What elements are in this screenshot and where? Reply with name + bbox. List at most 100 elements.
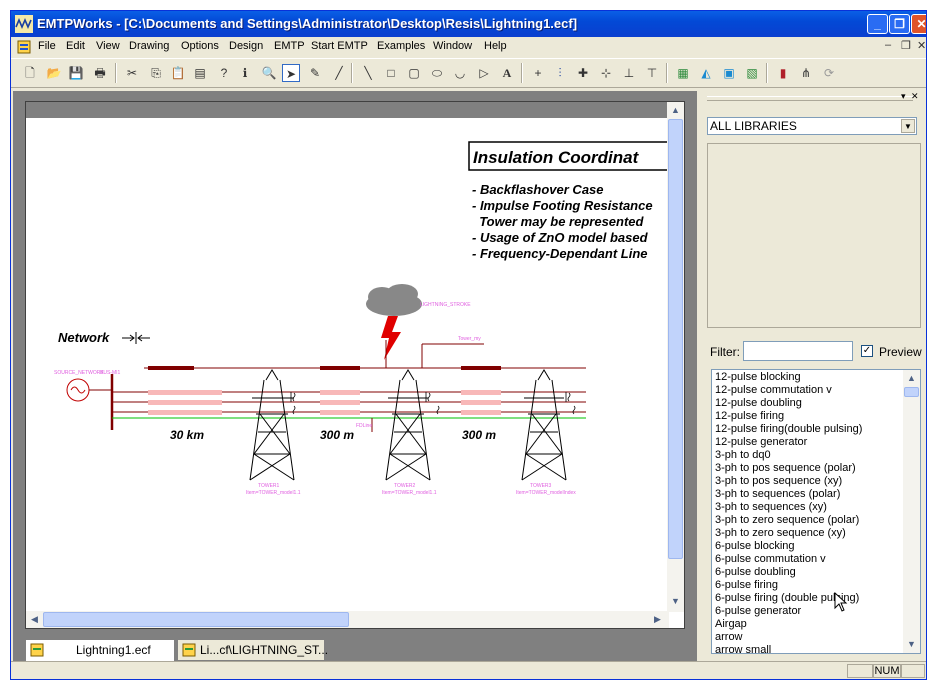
list-item[interactable]: arrow — [715, 631, 903, 644]
open-icon[interactable]: 📂 — [45, 64, 63, 82]
scroll-up-icon[interactable]: ▲ — [668, 103, 683, 118]
list-item[interactable]: 3-ph to zero sequence (polar) — [715, 514, 903, 527]
tower3-icon[interactable] — [521, 369, 567, 481]
list-item[interactable]: 3-ph to pos sequence (polar) — [715, 462, 903, 475]
list-item[interactable]: 3-ph to zero sequence (xy) — [715, 527, 903, 540]
line-section-300m-2[interactable] — [461, 390, 501, 415]
minimize-icon[interactable]: _ — [867, 14, 888, 34]
crosshair-icon[interactable]: + — [529, 64, 547, 82]
preview-checkbox[interactable]: ✓ — [861, 345, 873, 357]
list-item[interactable]: 3-ph to pos sequence (xy) — [715, 475, 903, 488]
list-item[interactable]: 12-pulse doubling — [715, 397, 903, 410]
list-item[interactable]: 3-ph to sequences (xy) — [715, 501, 903, 514]
signal-pin-icon[interactable]: ⊹ — [597, 64, 615, 82]
list-item[interactable]: 6-pulse firing — [715, 579, 903, 592]
arc-icon[interactable]: ◡ — [451, 64, 469, 82]
bus-icon[interactable]: ⫶ — [551, 64, 569, 82]
menu-start-emtp[interactable]: Start EMTP — [311, 40, 368, 52]
menu-emtp[interactable]: EMTP — [274, 40, 305, 52]
zoom-icon[interactable]: 🔍 — [260, 64, 278, 82]
horizontal-scroll-thumb[interactable] — [43, 612, 349, 627]
tab-lightning-stroke[interactable]: Li...cf\LIGHTNING_ST... — [177, 639, 328, 661]
tower2-icon[interactable] — [385, 369, 431, 481]
text-icon[interactable]: A — [498, 64, 516, 82]
panel-close-icon[interactable]: ✕ — [911, 91, 919, 102]
design-canvas[interactable]: Insulation Coordinat - Backflashover Cas… — [25, 101, 685, 629]
list-item[interactable]: 6-pulse doubling — [715, 566, 903, 579]
close-icon[interactable]: ✕ — [911, 14, 926, 34]
rounded-rectangle-icon[interactable]: ▢ — [405, 64, 423, 82]
scroll-left-icon[interactable]: ◀ — [27, 612, 42, 627]
list-item[interactable]: arrow small — [715, 644, 903, 653]
vertical-scroll-thumb[interactable] — [668, 119, 683, 559]
canvas-vertical-scrollbar[interactable]: ▲ ▼ — [667, 102, 684, 612]
wire-icon[interactable]: ╱ — [330, 64, 348, 82]
picture-icon[interactable]: ▧ — [743, 64, 761, 82]
scroll-down-icon[interactable]: ▼ — [668, 594, 683, 609]
paste-special-icon[interactable]: ▤ — [191, 64, 209, 82]
line-section-300m-1[interactable] — [320, 390, 360, 415]
library-scroll-thumb[interactable] — [904, 387, 919, 397]
network-icon[interactable]: ⋔ — [797, 64, 815, 82]
rectangle-icon[interactable]: □ — [382, 64, 400, 82]
library-scrollbar[interactable]: ▲ ▼ — [903, 370, 920, 653]
lightning-cloud-icon[interactable] — [366, 284, 422, 360]
list-item[interactable]: 6-pulse generator — [715, 605, 903, 618]
list-item[interactable]: 12-pulse generator — [715, 436, 903, 449]
canvas-horizontal-scrollbar[interactable]: ◀ ▶ — [26, 611, 669, 628]
list-item[interactable]: Airgap — [715, 618, 903, 631]
list-item[interactable]: 3-ph to sequences (polar) — [715, 488, 903, 501]
landscape-icon[interactable]: ▦ — [674, 64, 692, 82]
filter-input[interactable] — [743, 341, 853, 361]
list-item[interactable]: 3-ph to dq0 — [715, 449, 903, 462]
polygon-icon[interactable]: ▷ — [475, 64, 493, 82]
line-icon[interactable]: ╲ — [359, 64, 377, 82]
help-icon[interactable]: ? — [215, 64, 233, 82]
list-item[interactable]: 12-pulse commutation v — [715, 384, 903, 397]
menu-drawing[interactable]: Drawing — [129, 40, 169, 52]
refresh-icon[interactable]: ⟳ — [820, 64, 838, 82]
mdi-minimize-icon[interactable]: – — [885, 39, 891, 51]
pin-type-icon[interactable]: ⊤ — [643, 64, 661, 82]
list-item[interactable]: 6-pulse firing (double pulsing) — [715, 592, 903, 605]
list-item[interactable]: 6-pulse blocking — [715, 540, 903, 553]
info-icon[interactable]: ℹ — [236, 64, 254, 82]
mdi-close-icon[interactable]: ✕ — [917, 39, 926, 52]
paste-icon[interactable]: 📋 — [169, 64, 187, 82]
scroll-up-icon[interactable]: ▲ — [904, 371, 919, 386]
menu-edit[interactable]: Edit — [66, 40, 85, 52]
cut-icon[interactable]: ✂ — [123, 64, 141, 82]
monitor-icon[interactable]: ▣ — [720, 64, 738, 82]
menu-help[interactable]: Help — [484, 40, 507, 52]
panel-dock-icon[interactable]: ▾ — [901, 91, 906, 102]
list-item[interactable]: 12-pulse firing — [715, 410, 903, 423]
pencil-icon[interactable]: ✎ — [306, 64, 324, 82]
scroll-right-icon[interactable]: ▶ — [650, 612, 665, 627]
document-icon[interactable] — [17, 40, 31, 54]
list-item[interactable]: 12-pulse blocking — [715, 371, 903, 384]
mdi-restore-icon[interactable]: ❐ — [901, 39, 911, 52]
menu-view[interactable]: View — [96, 40, 120, 52]
new-icon[interactable]: 🗋 — [21, 64, 39, 82]
scroll-down-icon[interactable]: ▼ — [904, 637, 919, 652]
print-icon[interactable]: 🖶 — [91, 64, 109, 82]
library-select[interactable]: ALL LIBRARIES ▼ — [707, 117, 917, 135]
line-section-30km[interactable] — [148, 390, 222, 415]
add-pin-icon[interactable]: ✚ — [574, 64, 592, 82]
menu-window[interactable]: Window — [433, 40, 472, 52]
pin-label-icon[interactable]: ⊥ — [620, 64, 638, 82]
menu-examples[interactable]: Examples — [377, 40, 425, 52]
menu-file[interactable]: File — [38, 40, 56, 52]
menu-design[interactable]: Design — [229, 40, 263, 52]
chevron-down-icon[interactable]: ▼ — [901, 119, 915, 133]
save-icon[interactable]: 💾 — [67, 64, 85, 82]
pointer-icon[interactable]: ➤ — [282, 64, 300, 82]
panel-grip[interactable] — [707, 96, 913, 101]
menu-options[interactable]: Options — [181, 40, 219, 52]
ellipse-icon[interactable]: ⬭ — [428, 64, 446, 82]
mountain-icon[interactable]: ◭ — [697, 64, 715, 82]
title-bar[interactable]: EMTPWorks - [C:\Documents and Settings\A… — [11, 11, 926, 37]
tower1-icon[interactable] — [249, 369, 295, 481]
tab-lightning1[interactable]: Lightning1.ecf — [25, 639, 175, 661]
maximize-icon[interactable]: ❐ — [889, 14, 910, 34]
